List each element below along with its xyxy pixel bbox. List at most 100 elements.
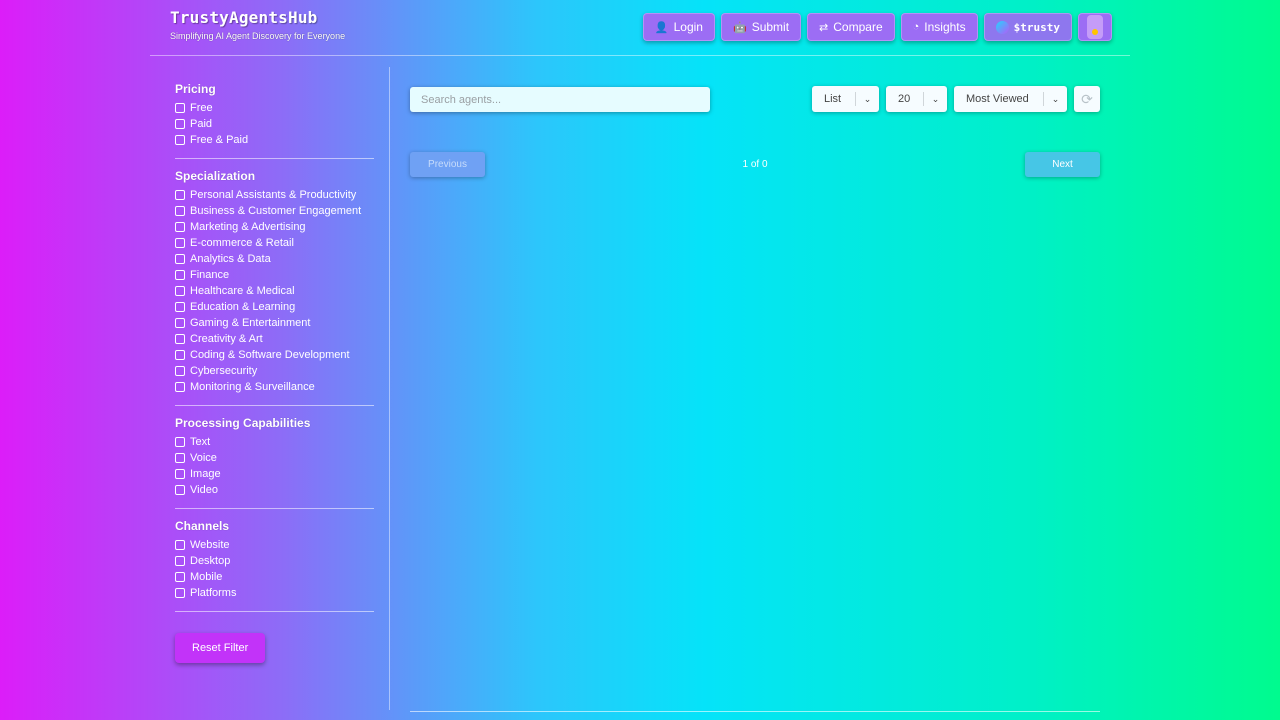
checkbox[interactable] [175,334,185,344]
compare-button[interactable]: ⇄ Compare [807,13,895,41]
login-button[interactable]: 👤 Login [642,13,715,41]
option-label: Website [190,539,230,551]
divider [175,405,374,406]
option-label: E-commerce & Retail [190,237,294,249]
option-label: Free & Paid [190,134,249,146]
view-select[interactable]: List ⌄ [812,86,879,112]
specialization-option[interactable]: Healthcare & Medical [175,283,374,299]
divider [175,158,374,159]
reset-filter-button[interactable]: Reset Filter [175,633,266,663]
checkbox[interactable] [175,382,185,392]
checkbox[interactable] [175,302,185,312]
pricing-title: Pricing [175,82,216,96]
checkbox[interactable] [175,572,185,582]
pricing-option[interactable]: Free & Paid [175,132,374,148]
checkbox[interactable] [175,556,185,566]
checkbox[interactable] [175,366,185,376]
specialization-option[interactable]: Cybersecurity [175,363,374,379]
option-label: Platforms [190,587,237,599]
checkbox[interactable] [175,469,185,479]
theme-toggle[interactable] [1078,13,1112,41]
refresh-button[interactable]: ⟳ [1074,86,1100,112]
option-label: Video [190,484,218,496]
option-label: Gaming & Entertainment [190,317,311,329]
checkbox[interactable] [175,135,185,145]
checkbox[interactable] [175,453,185,463]
channels-option[interactable]: Website [175,537,374,553]
pricing-option[interactable]: Free [175,100,374,116]
theme-toggle-knob [1087,15,1103,39]
insights-label: Insights [924,20,966,34]
option-label: Voice [190,452,217,464]
checkbox[interactable] [175,119,185,129]
checkbox[interactable] [175,222,185,232]
brand[interactable]: TrustyAgentsHub Simplifying AI Agent Dis… [170,8,345,41]
compare-label: Compare [833,20,883,34]
search-input[interactable] [410,87,710,112]
channels-option[interactable]: Platforms [175,585,374,601]
specialization-option[interactable]: Analytics & Data [175,251,374,267]
option-label: Image [190,468,221,480]
brand-title[interactable]: TrustyAgentsHub [170,8,345,27]
checkbox[interactable] [175,270,185,280]
specialization-option[interactable]: Gaming & Entertainment [175,315,374,331]
specialization-option[interactable]: Education & Learning [175,299,374,315]
checkbox[interactable] [175,103,185,113]
option-label: Paid [190,118,213,130]
processing-option[interactable]: Voice [175,450,374,466]
checkbox[interactable] [175,318,185,328]
chevron-down-icon: ⌄ [1043,92,1067,106]
option-label: Marketing & Advertising [190,221,306,233]
specialization-options: Personal Assistants & Productivity Busine… [175,187,374,395]
swap-icon: ⇄ [819,21,829,34]
specialization-option[interactable]: Finance [175,267,374,283]
site-header: TrustyAgentsHub Simplifying AI Agent Dis… [150,0,1130,56]
checkbox[interactable] [175,190,185,200]
checkbox[interactable] [175,350,185,360]
robot-icon: 🤖 [732,21,747,34]
top-nav: 👤 Login 🤖 Submit ⇄ Compare ◔ Insights $t… [642,13,1112,41]
processing-option[interactable]: Image [175,466,374,482]
specialization-option[interactable]: Monitoring & Surveillance [175,379,374,395]
channels-option[interactable]: Desktop [175,553,374,569]
checkbox[interactable] [175,485,185,495]
processing-option[interactable]: Text [175,434,374,450]
processing-option[interactable]: Video [175,482,374,498]
login-label: Login [673,20,703,34]
per-page-value: 20 [898,93,911,105]
option-label: Desktop [190,555,231,567]
option-label: Coding & Software Development [190,349,350,361]
option-label: Education & Learning [190,301,296,313]
search-box [410,87,710,112]
checkbox[interactable] [175,206,185,216]
specialization-option[interactable]: Personal Assistants & Productivity [175,187,374,203]
refresh-icon: ⟳ [1081,90,1093,107]
pricing-option[interactable]: Paid [175,116,374,132]
insights-button[interactable]: ◔ Insights [900,13,978,41]
trusty-token-button[interactable]: $trusty [983,13,1072,41]
specialization-option[interactable]: Marketing & Advertising [175,219,374,235]
specialization-option[interactable]: Coding & Software Development [175,347,374,363]
previous-button[interactable]: Previous [410,152,485,177]
view-select-value: List [824,93,842,105]
pie-chart-icon: ◔ [912,21,920,33]
next-button[interactable]: Next [1025,152,1100,177]
option-label: Monitoring & Surveillance [190,381,315,393]
checkbox[interactable] [175,437,185,447]
checkbox[interactable] [175,588,185,598]
per-page-select[interactable]: 20 ⌄ [886,86,947,112]
checkbox[interactable] [175,238,185,248]
checkbox[interactable] [175,540,185,550]
pricing-options: Free Paid Free & Paid [175,100,374,148]
chevron-down-icon: ⌄ [923,92,947,106]
specialization-option[interactable]: Business & Customer Engagement [175,203,374,219]
channels-options: Website Desktop Mobile Platforms [175,537,374,601]
specialization-option[interactable]: Creativity & Art [175,331,374,347]
checkbox[interactable] [175,286,185,296]
specialization-option[interactable]: E-commerce & Retail [175,235,374,251]
sort-select[interactable]: Most Viewed ⌄ [954,86,1067,112]
checkbox[interactable] [175,254,185,264]
submit-button[interactable]: 🤖 Submit [720,13,802,41]
sun-icon [1092,29,1098,35]
channels-option[interactable]: Mobile [175,569,374,585]
